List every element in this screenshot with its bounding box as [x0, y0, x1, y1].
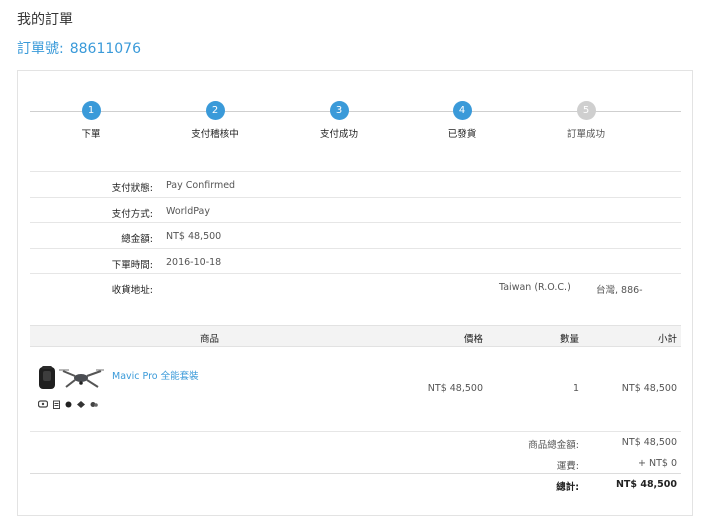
info-row-payment-method: 支付方式: WorldPay: [30, 196, 681, 223]
header-price: 價格: [463, 334, 483, 345]
goods-total-label: 商品總金額:: [528, 440, 579, 451]
product-table: 商品 價格 數量 小計 Mavic Pro 全能套裝 NT$ 48,500 1 …: [30, 325, 681, 494]
battery-icon: [53, 400, 60, 409]
charger-icon: [77, 400, 85, 408]
order-progress: 1 下單 2 支付稽核中 3 支付成功 4 已發貨 5 訂單成功: [30, 101, 681, 151]
header-subtotal: 小計: [657, 334, 677, 345]
info-row-shipping-address: 收貨地址: Taiwan (R.O.C.) 台灣, 886-: [30, 273, 681, 299]
product-subtotal: NT$ 48,500: [621, 383, 677, 394]
order-panel: 1 下單 2 支付稽核中 3 支付成功 4 已發貨 5 訂單成功 支付狀態: P…: [17, 70, 693, 516]
gimbal-cover-icon: [90, 401, 98, 407]
order-number-value: 88611076: [69, 41, 141, 57]
shipping-label: 運費:: [556, 460, 579, 472]
order-info: 支付狀態: Pay Confirmed 支付方式: WorldPay 總金額: …: [30, 171, 681, 299]
step-2: 2 支付稽核中: [155, 101, 275, 140]
summary-grand-total: 總計: NT$ 48,500: [30, 473, 681, 494]
controller-icon: [38, 400, 48, 408]
product-name-link[interactable]: Mavic Pro 全能套裝: [112, 368, 199, 382]
step-4-label: 已發貨: [447, 129, 477, 140]
payment-status-value: Pay Confirmed: [166, 180, 236, 191]
step-3-circle: 3: [329, 101, 349, 120]
info-row-total-amount: 總金額: NT$ 48,500: [30, 222, 681, 248]
grand-total-value: NT$ 48,500: [615, 479, 677, 490]
header-product: 商品: [200, 334, 220, 345]
table-row: Mavic Pro 全能套裝 NT$ 48,500 1 NT$ 48,500: [30, 347, 681, 432]
page-title: 我的訂單: [17, 12, 73, 28]
goods-total-value: NT$ 48,500: [621, 437, 677, 448]
step-5-circle: 5: [576, 101, 596, 120]
total-amount-value: NT$ 48,500: [166, 231, 222, 242]
shipping-address-label: 收貨地址:: [111, 285, 153, 296]
step-2-circle: 2: [205, 101, 225, 120]
product-thumbnail[interactable]: [38, 365, 104, 391]
total-amount-label: 總金額:: [121, 234, 153, 245]
summary-shipping: 運費: + NT$ 0: [30, 453, 681, 474]
step-1-circle: 1: [81, 101, 101, 120]
propeller-icon: [65, 401, 72, 407]
product-table-header: 商品 價格 數量 小計: [30, 325, 681, 347]
grand-total-label: 總計:: [556, 482, 579, 493]
step-1-label: 下單: [81, 129, 101, 140]
order-time-value: 2016-10-18: [166, 256, 222, 268]
order-number: 訂單號: 88611076: [17, 38, 141, 58]
header-quantity: 數量: [559, 334, 579, 345]
product-quantity: 1: [572, 383, 579, 394]
payment-method-value: WorldPay: [166, 205, 210, 217]
info-row-order-time: 下單時間: 2016-10-18: [30, 247, 681, 274]
step-2-label: 支付稽核中: [191, 129, 239, 140]
summary-goods-total: 商品總金額: NT$ 48,500: [30, 432, 681, 453]
step-4-circle: 4: [452, 101, 472, 120]
payment-method-label: 支付方式:: [111, 208, 153, 220]
step-5: 5 訂單成功: [526, 101, 646, 140]
order-time-label: 下單時間:: [111, 259, 153, 271]
step-1: 1 下單: [31, 101, 151, 140]
shipping-address-region: 台灣, 886-: [596, 285, 643, 296]
shipping-address-country: Taiwan (R.O.C.): [499, 282, 571, 293]
step-3-label: 支付成功: [319, 129, 358, 140]
drone-icon: [59, 369, 104, 388]
step-4: 4 已發貨: [402, 101, 522, 140]
info-row-payment-status: 支付狀態: Pay Confirmed: [30, 171, 681, 197]
shipping-value: + NT$ 0: [638, 457, 677, 469]
product-price: NT$ 48,500: [427, 383, 483, 394]
backpack-icon: [39, 366, 55, 389]
payment-status-label: 支付狀態:: [111, 183, 153, 194]
accessory-icons: [38, 399, 98, 409]
order-number-label: 訂單號:: [17, 41, 64, 57]
step-3: 3 支付成功: [279, 101, 399, 140]
step-5-label: 訂單成功: [566, 129, 605, 140]
